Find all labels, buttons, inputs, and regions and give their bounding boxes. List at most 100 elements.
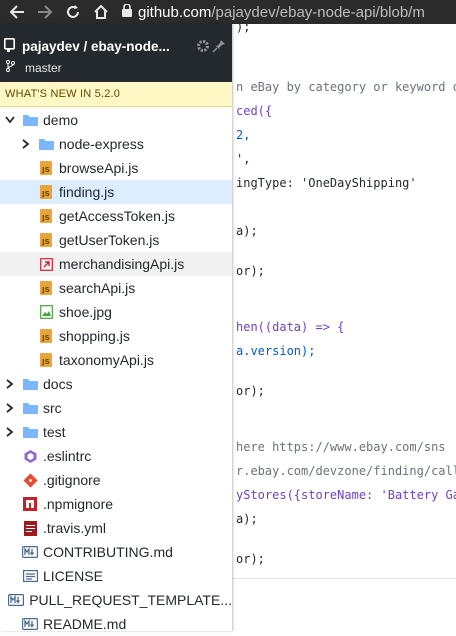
tree-item[interactable]: .eslintrc bbox=[0, 444, 232, 468]
js-file-icon: JS bbox=[38, 352, 54, 368]
tree-item[interactable]: docs bbox=[0, 372, 232, 396]
repo-title-text: pajaydev / ebay-node... bbox=[22, 39, 170, 54]
folder-icon bbox=[38, 136, 54, 152]
home-icon[interactable] bbox=[90, 1, 112, 23]
tree-item[interactable]: PULL_REQUEST_TEMPLATE... bbox=[0, 588, 232, 612]
tree-item-label: merchandisingApi.js bbox=[59, 256, 185, 272]
git-icon bbox=[22, 472, 38, 488]
tree-item-label: .npmignore bbox=[43, 496, 114, 512]
tree-item[interactable]: JS searchApi.js bbox=[0, 276, 232, 300]
repo-icon bbox=[4, 38, 15, 55]
code-line: or); bbox=[236, 552, 265, 566]
tree-item-label: demo bbox=[43, 112, 79, 128]
tree-item-label: CONTRIBUTING.md bbox=[43, 544, 173, 560]
tree-item-label: shopping.js bbox=[59, 328, 130, 344]
tree-item[interactable]: shoe.jpg bbox=[0, 300, 232, 324]
tree-item-label: taxonomyApi.js bbox=[59, 352, 154, 368]
code-line: ); bbox=[236, 24, 251, 34]
js-file-icon: JS bbox=[38, 280, 54, 296]
tree-item-label: test bbox=[43, 424, 66, 440]
tree-item[interactable]: node-express bbox=[0, 132, 232, 156]
tree-item[interactable]: README.md bbox=[0, 612, 232, 636]
tree-item-label: getAccessToken.js bbox=[59, 208, 175, 224]
tree-item[interactable]: .gitignore bbox=[0, 468, 232, 492]
code-footer bbox=[232, 578, 456, 632]
tree-item-label: searchApi.js bbox=[59, 280, 136, 296]
folder-icon bbox=[22, 400, 38, 416]
tree-item[interactable]: merchandisingApi.js bbox=[0, 252, 232, 276]
tree-item-label: .eslintrc bbox=[43, 448, 92, 464]
tree-item[interactable]: JS getUserToken.js bbox=[0, 228, 232, 252]
code-line: yStores({storeName: 'Battery Ga bbox=[236, 488, 456, 502]
repo-title[interactable]: pajaydev / ebay-node... bbox=[4, 38, 170, 55]
tree-item[interactable]: .npmignore bbox=[0, 492, 232, 516]
branch-indicator: master bbox=[6, 60, 62, 75]
code-line: hen((data) => { bbox=[236, 320, 345, 334]
pin-icon[interactable] bbox=[212, 39, 226, 53]
folder-icon bbox=[22, 424, 38, 440]
code-line: or); bbox=[236, 384, 265, 398]
chevron-right-icon[interactable] bbox=[20, 139, 32, 149]
sidebar-tools bbox=[194, 39, 226, 53]
reload-icon[interactable] bbox=[62, 1, 84, 23]
address-bar[interactable]: github.com/pajaydev/ebay-node-api/blob/m bbox=[122, 2, 425, 21]
tree-item[interactable]: CONTRIBUTING.md bbox=[0, 540, 232, 564]
tree-item[interactable]: JS getAccessToken.js bbox=[0, 204, 232, 228]
code-line: or); bbox=[236, 264, 265, 278]
tree-item-label: .gitignore bbox=[43, 472, 101, 488]
browser-toolbar: github.com/pajaydev/ebay-node-api/blob/m bbox=[0, 0, 456, 24]
back-icon[interactable] bbox=[6, 1, 28, 23]
chevron-down-icon[interactable] bbox=[4, 116, 16, 124]
js-file-icon: JS bbox=[38, 208, 54, 224]
gear-icon[interactable] bbox=[196, 39, 210, 53]
npm-icon bbox=[22, 496, 38, 512]
code-line: a); bbox=[236, 512, 258, 526]
tree-item[interactable]: JS shopping.js bbox=[0, 324, 232, 348]
tree-item[interactable]: test bbox=[0, 420, 232, 444]
code-line: ced({ bbox=[236, 104, 273, 118]
chevron-right-icon[interactable] bbox=[4, 403, 16, 413]
tree-item[interactable]: demo bbox=[0, 108, 232, 132]
tree-item[interactable]: JS browseApi.js bbox=[0, 156, 232, 180]
code-view: ); n eBay by category or keyword o ced({… bbox=[232, 24, 456, 584]
text-file-icon bbox=[22, 568, 38, 584]
tree-item[interactable]: .travis.yml bbox=[0, 516, 232, 540]
folder-icon bbox=[22, 376, 38, 392]
code-line: a); bbox=[236, 224, 258, 238]
octotree-sidebar: pajaydev / ebay-node... master WHAT'S NE… bbox=[0, 24, 232, 632]
markdown-icon bbox=[8, 592, 25, 608]
image-file-icon bbox=[38, 304, 54, 320]
whats-new-banner[interactable]: WHAT'S NEW IN 5.2.0 bbox=[0, 82, 232, 107]
url-path: /pajaydev/ebay-node-api/blob/m bbox=[211, 3, 425, 21]
code-line: n eBay by category or keyword o bbox=[236, 80, 456, 94]
folder-icon bbox=[22, 112, 38, 128]
tree-item-label: LICENSE bbox=[43, 568, 103, 584]
sidebar-header: pajaydev / ebay-node... master bbox=[0, 24, 232, 82]
code-line: a.version); bbox=[236, 344, 316, 358]
markdown-icon bbox=[22, 616, 38, 632]
branch-icon bbox=[6, 60, 15, 75]
chevron-right-icon[interactable] bbox=[4, 379, 16, 389]
tree-item-label: docs bbox=[43, 376, 73, 392]
code-line: here https://www.ebay.com/sns bbox=[236, 440, 446, 454]
code-line: ingType: 'OneDayShipping' bbox=[236, 176, 417, 190]
tree-item-label: PULL_REQUEST_TEMPLATE... bbox=[29, 592, 232, 608]
code-line: r.ebay.com/devzone/finding/call bbox=[236, 464, 456, 478]
tree-item-label: node-express bbox=[59, 136, 144, 152]
tree-item[interactable]: JS taxonomyApi.js bbox=[0, 348, 232, 372]
tree-item[interactable]: LICENSE bbox=[0, 564, 232, 588]
code-line: 2, bbox=[236, 128, 251, 142]
branch-name: master bbox=[25, 60, 62, 75]
tree-item-label: shoe.jpg bbox=[59, 304, 112, 320]
forward-icon[interactable] bbox=[34, 1, 56, 23]
tree-item-label: getUserToken.js bbox=[59, 232, 160, 248]
url-host: github.com bbox=[138, 3, 212, 21]
tree-item[interactable]: src bbox=[0, 396, 232, 420]
link-file-icon bbox=[38, 256, 54, 272]
tree-item[interactable]: JS finding.js bbox=[0, 180, 232, 204]
code-line: ', bbox=[236, 152, 251, 166]
travis-icon bbox=[22, 520, 38, 536]
js-file-icon: JS bbox=[38, 160, 54, 176]
tree-item-label: finding.js bbox=[59, 184, 115, 200]
chevron-right-icon[interactable] bbox=[4, 427, 16, 437]
